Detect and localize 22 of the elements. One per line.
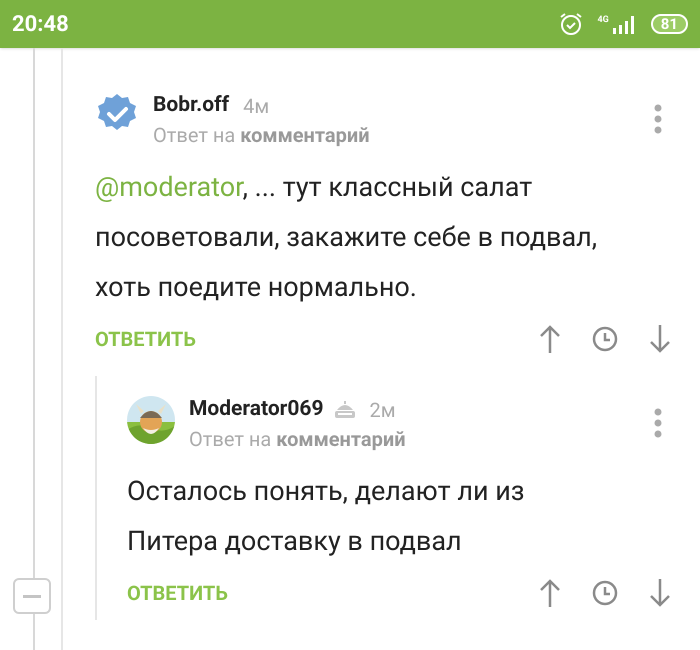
clock-time: 20:48: [12, 10, 69, 38]
more-icon[interactable]: [654, 408, 662, 438]
signal-icon: [610, 14, 637, 34]
author-name[interactable]: Moderator069: [189, 394, 324, 426]
comment-age: 4м: [243, 93, 270, 120]
comment-age: 2м: [370, 397, 396, 424]
reply-to-text: Ответ на комментарий: [189, 426, 407, 453]
collapse-button[interactable]: [13, 578, 51, 614]
downvote-icon[interactable]: [648, 578, 672, 608]
battery-indicator: 81: [650, 14, 688, 34]
upvote-icon[interactable]: [538, 578, 562, 608]
more-icon[interactable]: [654, 104, 662, 134]
author-name[interactable]: Bobr.off: [153, 90, 230, 122]
alarm-icon: [559, 12, 584, 36]
reply-to-text: Ответ на комментарий: [153, 122, 371, 149]
upvote-icon[interactable]: [538, 324, 562, 354]
comment-text: @moderator, ... тут классный салат посоветовали, закажите себе в подвал, хоть поедите нормально.: [95, 170, 598, 305]
clock-icon[interactable]: [592, 326, 618, 352]
downvote-icon[interactable]: [648, 324, 672, 354]
clock-icon[interactable]: [592, 580, 618, 606]
comment-text: Осталось понять, делают ли из Питера доставку в подвал: [127, 474, 526, 559]
network-type: 4G: [597, 14, 609, 27]
